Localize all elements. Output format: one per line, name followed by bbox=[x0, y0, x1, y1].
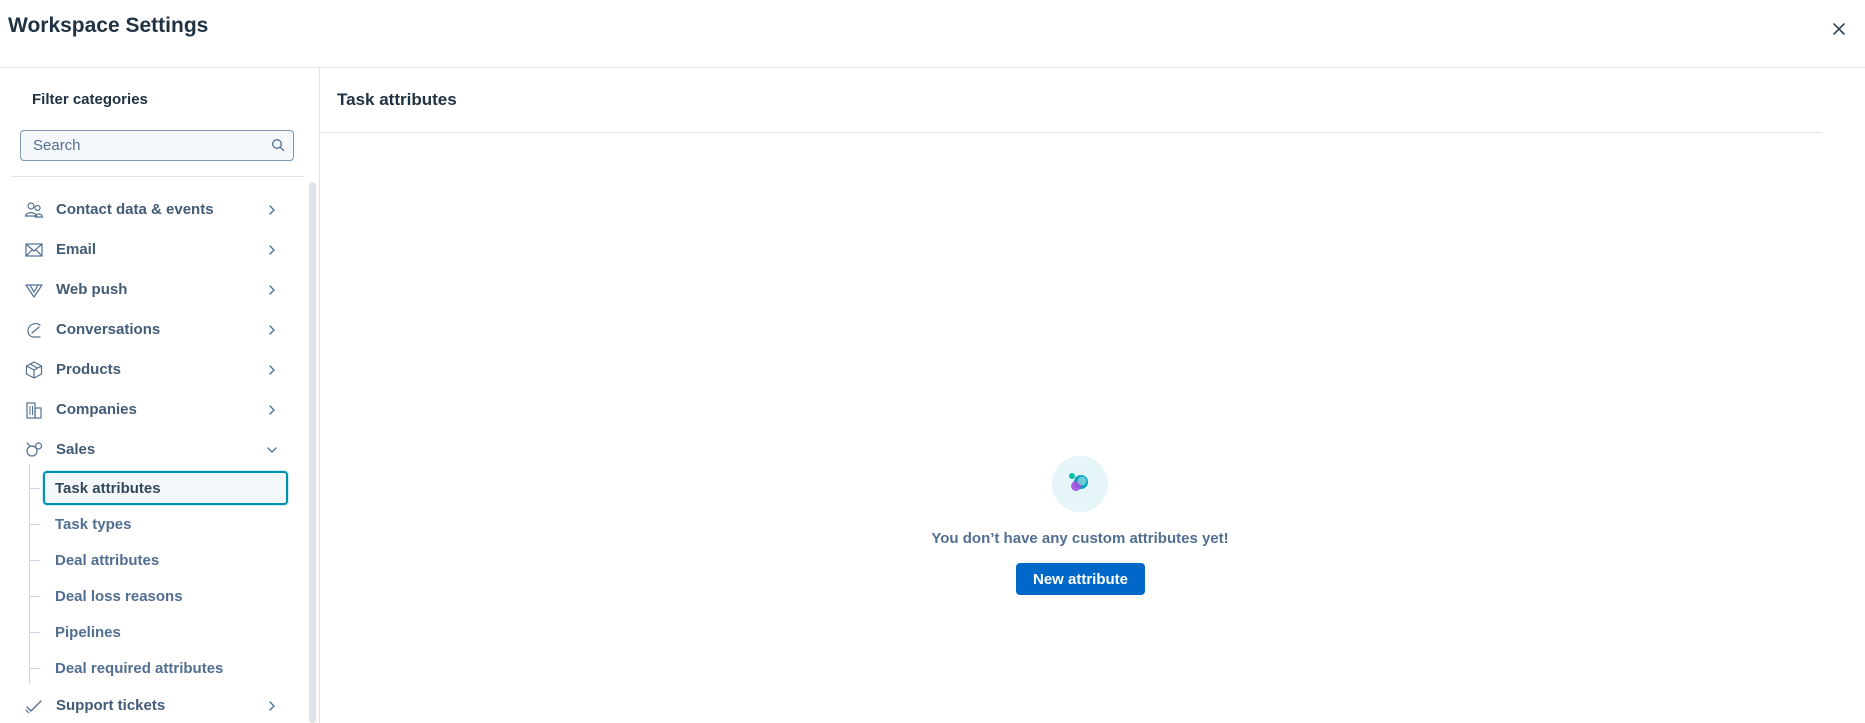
sidebar-item-label: Products bbox=[56, 361, 122, 378]
sidebar-item-products[interactable]: Products bbox=[12, 352, 296, 388]
sidebar-item-label: Web push bbox=[56, 281, 128, 298]
sidebar-subitem-deal-required-attributes[interactable]: Deal required attributes bbox=[43, 651, 288, 685]
chevron-right-icon bbox=[269, 701, 275, 711]
main-content: Task attributes You don’t have any custo… bbox=[320, 68, 1865, 723]
tree-connector bbox=[29, 596, 40, 597]
sidebar-item-label: Conversations bbox=[56, 321, 161, 338]
chevron-right-icon bbox=[269, 205, 275, 215]
conversations-icon bbox=[27, 323, 41, 338]
sales-icon bbox=[26, 442, 43, 457]
search-box bbox=[20, 130, 294, 161]
search-input[interactable] bbox=[21, 131, 261, 160]
sidebar-subitem-label: Task attributes bbox=[55, 480, 161, 497]
chevron-right-icon bbox=[269, 405, 275, 415]
empty-state-message: You don’t have any custom attributes yet… bbox=[931, 530, 1229, 547]
sidebar-subitem-deal-attributes[interactable]: Deal attributes bbox=[43, 543, 288, 577]
sidebar-subitem-label: Task types bbox=[55, 516, 132, 533]
sidebar-item-contact-data-events[interactable]: Contact data & events bbox=[12, 192, 296, 228]
section-divider bbox=[320, 132, 1822, 133]
filter-categories-heading: Filter categories bbox=[32, 91, 148, 108]
close-icon bbox=[1833, 23, 1845, 35]
sidebar-item-label: Contact data & events bbox=[56, 201, 214, 218]
products-icon bbox=[25, 361, 43, 379]
tree-connector bbox=[29, 524, 40, 525]
sidebar-item-label: Support tickets bbox=[56, 697, 166, 714]
web-push-icon bbox=[25, 284, 43, 298]
close-button[interactable] bbox=[1828, 18, 1850, 40]
sidebar-subitem-label: Deal attributes bbox=[55, 552, 160, 569]
sidebar-subitem-task-attributes[interactable]: Task attributes bbox=[43, 471, 288, 505]
sidebar-subitem-label: Deal required attributes bbox=[55, 660, 224, 677]
chevron-right-icon bbox=[269, 365, 275, 375]
chevron-right-icon bbox=[269, 245, 275, 255]
sidebar-item-conversations[interactable]: Conversations bbox=[12, 312, 296, 348]
companies-icon bbox=[26, 402, 42, 419]
empty-state-illustration bbox=[1052, 456, 1108, 512]
sidebar-subitem-label: Pipelines bbox=[55, 624, 121, 641]
chevron-right-icon bbox=[269, 325, 275, 335]
sidebar-subitem-deal-loss-reasons[interactable]: Deal loss reasons bbox=[43, 579, 288, 613]
chevron-right-icon bbox=[269, 285, 275, 295]
sidebar-subitem-task-types[interactable]: Task types bbox=[43, 507, 288, 541]
sidebar-item-label: Sales bbox=[56, 441, 96, 458]
contacts-icon bbox=[24, 202, 44, 218]
sidebar-subitem-pipelines[interactable]: Pipelines bbox=[43, 615, 288, 649]
page-title: Workspace Settings bbox=[8, 14, 209, 37]
section-title: Task attributes bbox=[337, 90, 457, 109]
tree-connector bbox=[29, 488, 40, 489]
sidebar-item-label: Companies bbox=[56, 401, 137, 418]
sidebar-item-sales[interactable]: Sales bbox=[12, 432, 296, 468]
attributes-illustration-icon bbox=[1069, 473, 1088, 491]
new-attribute-button[interactable]: New attribute bbox=[1016, 563, 1145, 595]
sidebar-item-label: Email bbox=[56, 241, 97, 258]
support-tickets-icon bbox=[25, 700, 42, 714]
settings-header: Workspace Settings bbox=[0, 0, 1865, 68]
sidebar-scrollbar[interactable] bbox=[309, 182, 316, 723]
sidebar-divider bbox=[12, 176, 304, 177]
email-icon bbox=[25, 243, 43, 257]
settings-sidebar: Filter categories Contact data & events … bbox=[0, 68, 320, 723]
tree-connector bbox=[29, 560, 40, 561]
sidebar-subitem-label: Deal loss reasons bbox=[55, 588, 183, 605]
tree-connector bbox=[29, 632, 40, 633]
tree-connector bbox=[29, 668, 40, 669]
sidebar-item-support-tickets[interactable]: Support tickets bbox=[12, 688, 296, 723]
sales-tree-line bbox=[29, 464, 30, 684]
chevron-down-icon bbox=[267, 447, 277, 453]
sidebar-item-companies[interactable]: Companies bbox=[12, 392, 296, 428]
sidebar-item-email[interactable]: Email bbox=[12, 232, 296, 268]
sidebar-item-web-push[interactable]: Web push bbox=[12, 272, 296, 308]
search-icon bbox=[272, 139, 285, 152]
